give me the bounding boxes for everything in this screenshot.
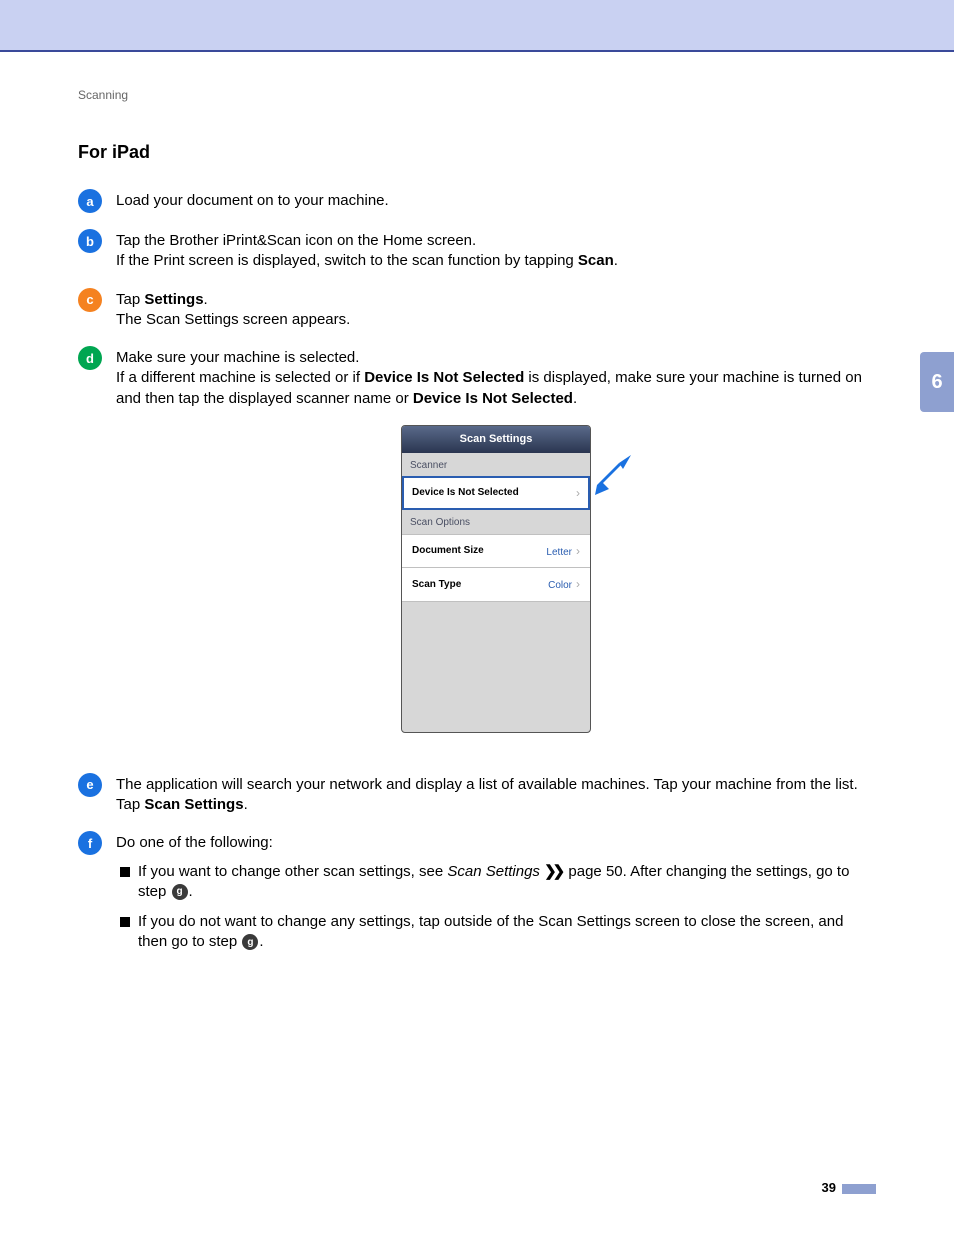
step-6-marker: f — [78, 831, 102, 855]
step-ref-7: g — [172, 884, 188, 900]
step-4-post: . — [573, 390, 577, 407]
step-5: e The application will search your netwo… — [78, 775, 876, 816]
step-5-bold: Scan Settings — [144, 796, 243, 813]
step-4: d Make sure your machine is selected. If… — [78, 348, 876, 757]
chevron-right-icon: › — [576, 577, 580, 591]
page-number-bar — [842, 1184, 876, 1194]
device-row[interactable]: Device Is Not Selected › — [402, 476, 590, 510]
step-4-bold2: Device Is Not Selected — [413, 390, 573, 407]
step-2-line2-post: . — [614, 252, 618, 269]
step-2: b Tap the Brother iPrint&Scan icon on th… — [78, 231, 876, 272]
callout-arrow-icon — [595, 455, 635, 501]
step-3-post: . — [204, 291, 208, 308]
scan-type-row[interactable]: Scan Type Color › — [402, 568, 590, 602]
panel-spacer — [402, 602, 590, 732]
panel-title: Scan Settings — [402, 426, 590, 453]
step-2-marker: b — [78, 229, 102, 253]
step-4-bold1: Device Is Not Selected — [364, 369, 524, 386]
chevron-right-icon: › — [576, 544, 580, 558]
step-4-pre: If a different machine is selected or if — [116, 369, 364, 386]
step-5-marker: e — [78, 773, 102, 797]
bullet-1: If you want to change other scan setting… — [120, 862, 876, 903]
scan-settings-graphic: Scan Settings Scanner Device Is Not Sele… — [401, 425, 591, 733]
step-6-bullets: If you want to change other scan setting… — [116, 862, 876, 953]
step-1-marker: a — [78, 189, 102, 213]
step-6-intro: Do one of the following: — [116, 834, 273, 851]
step-2-line2-pre: If the Print screen is displayed, switch… — [116, 252, 578, 269]
step-1-text: Load your document on to your machine. — [116, 191, 876, 211]
step-2-line1: Tap the Brother iPrint&Scan icon on the … — [116, 232, 476, 249]
docsize-key: Document Size — [412, 544, 484, 558]
top-header-bar — [0, 0, 954, 52]
bullet-1-text: If you want to change other scan setting… — [138, 862, 876, 903]
step-3-marker: c — [78, 288, 102, 312]
b1-pre: If you want to change other scan setting… — [138, 863, 447, 880]
step-3-line2: The Scan Settings screen appears. — [116, 311, 350, 328]
step-4-line1: Make sure your machine is selected. — [116, 349, 359, 366]
step-3: c Tap Settings. The Scan Settings screen… — [78, 290, 876, 331]
step-4-marker: d — [78, 346, 102, 370]
step-5-post: . — [244, 796, 248, 813]
step-ref-7: g — [242, 934, 258, 950]
bullet-2-text: If you do not want to change any setting… — [138, 912, 876, 953]
step-2-bold: Scan — [578, 252, 614, 269]
options-section-label: Scan Options — [402, 510, 590, 534]
step-3-text: Tap Settings. The Scan Settings screen a… — [116, 290, 876, 331]
step-3-bold: Settings — [144, 291, 203, 308]
page-body: Scanning For iPad a Load your document o… — [0, 52, 954, 1235]
page-number-text: 39 — [822, 1180, 836, 1195]
bullet-2: If you do not want to change any setting… — [120, 912, 876, 953]
step-2-text: Tap the Brother iPrint&Scan icon on the … — [116, 231, 876, 272]
step-1: a Load your document on to your machine. — [78, 191, 876, 213]
scanner-section-label: Scanner — [402, 453, 590, 477]
scantype-value: Color — [548, 580, 572, 591]
b2-post: . — [259, 933, 263, 950]
page-title: For iPad — [78, 142, 876, 163]
step-5-line1: The application will search your network… — [116, 776, 858, 793]
step-5-pre: Tap — [116, 796, 144, 813]
chevron-right-icon: › — [576, 485, 580, 501]
scan-settings-panel: Scan Settings Scanner Device Is Not Sele… — [401, 425, 591, 733]
square-bullet-icon — [120, 867, 130, 877]
device-row-text: Device Is Not Selected — [412, 486, 519, 500]
b1-post: . — [189, 883, 193, 900]
step-6: f Do one of the following: If you want t… — [78, 833, 876, 962]
square-bullet-icon — [120, 917, 130, 927]
step-4-text: Make sure your machine is selected. If a… — [116, 348, 876, 757]
step-5-text: The application will search your network… — [116, 775, 876, 816]
double-chevron-icon: ❯❯ — [544, 862, 564, 882]
breadcrumb: Scanning — [78, 88, 876, 102]
scantype-key: Scan Type — [412, 578, 461, 592]
step-6-text: Do one of the following: If you want to … — [116, 833, 876, 962]
docsize-value: Letter — [546, 547, 572, 558]
b1-italic: Scan Settings — [447, 863, 540, 880]
document-size-row[interactable]: Document Size Letter › — [402, 534, 590, 569]
page-number: 39 — [822, 1180, 876, 1195]
step-3-pre: Tap — [116, 291, 144, 308]
